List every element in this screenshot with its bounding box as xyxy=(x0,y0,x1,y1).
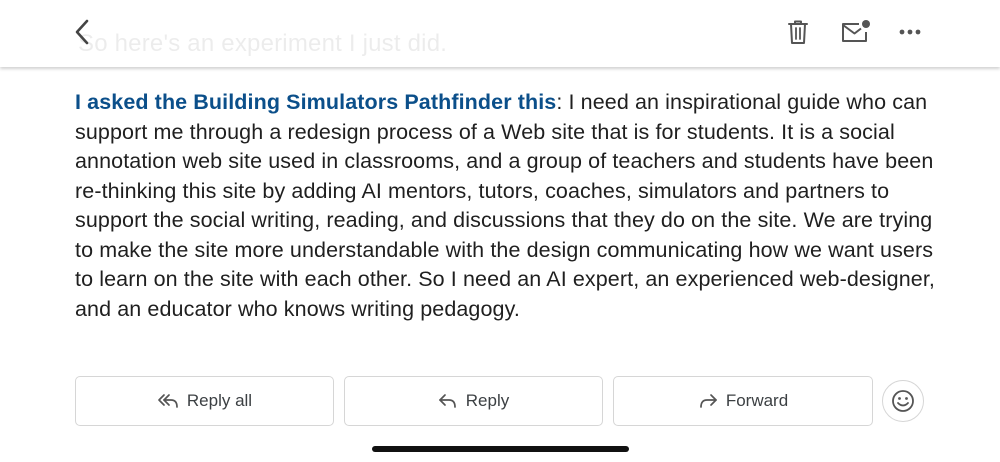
reply-all-icon xyxy=(157,393,179,409)
email-view: So here's an experiment I just did. I as… xyxy=(0,0,1000,462)
emoji-smile-icon xyxy=(892,390,914,412)
reply-icon xyxy=(438,393,458,409)
trash-icon xyxy=(788,20,808,44)
forward-label: Forward xyxy=(725,391,789,410)
reply-all-button[interactable]: Reply all xyxy=(75,376,334,426)
back-button[interactable] xyxy=(64,14,100,50)
more-options-button[interactable] xyxy=(892,14,928,50)
message-link[interactable]: I asked the Building Simulators Pathfind… xyxy=(75,90,556,114)
message-body: I asked the Building Simulators Pathfind… xyxy=(75,88,935,324)
emoji-reaction-button[interactable] xyxy=(882,380,924,422)
delete-button[interactable] xyxy=(780,14,816,50)
home-indicator[interactable] xyxy=(372,446,629,452)
mark-unread-icon xyxy=(842,20,870,42)
reply-label: Reply xyxy=(465,391,510,410)
scrolled-subject-preview: So here's an experiment I just did. xyxy=(78,30,448,57)
reply-button[interactable]: Reply xyxy=(344,376,603,426)
forward-icon xyxy=(698,393,718,409)
forward-button[interactable]: Forward xyxy=(613,376,873,426)
more-horizontal-icon xyxy=(899,29,921,35)
top-app-bar: So here's an experiment I just did. xyxy=(0,0,1000,67)
reply-all-label: Reply all xyxy=(186,391,253,410)
mark-unread-button[interactable] xyxy=(836,14,876,50)
message-text: : I need an inspirational guide who can … xyxy=(75,90,936,321)
chevron-left-icon xyxy=(75,19,89,45)
